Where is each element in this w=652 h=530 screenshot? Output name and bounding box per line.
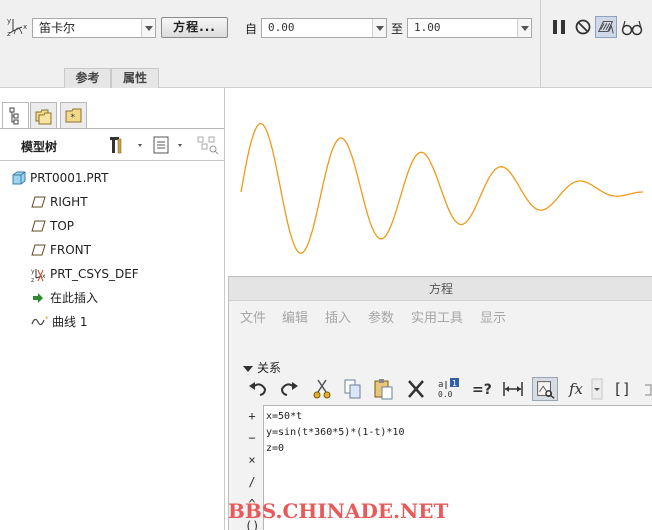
plus-operator-button[interactable]: + — [245, 405, 259, 427]
csys-icon: y z x — [31, 268, 46, 283]
equation-line-z: z=0 — [266, 443, 285, 454]
filter-icon[interactable] — [196, 135, 220, 155]
menu-parameters[interactable]: 参数 — [368, 307, 394, 326]
curve-preview — [240, 122, 643, 254]
more-tools-icon[interactable] — [639, 377, 652, 401]
collapse-triangle-icon — [243, 365, 253, 372]
watermark-text: BBS.CHINADE.NET — [228, 499, 449, 523]
function-icon[interactable]: fx — [567, 377, 603, 401]
cancel-icon[interactable] — [572, 16, 594, 38]
folder-browser-icon — [35, 109, 52, 125]
insert-arrow-icon — [33, 293, 43, 303]
dialog-title: 方程 — [229, 277, 652, 301]
svg-text:a: a — [438, 380, 443, 390]
coordinate-type-select[interactable]: 笛卡尔 — [32, 18, 156, 38]
model-tree-title: 模型树 — [21, 140, 58, 154]
paste-icon[interactable] — [371, 377, 397, 401]
equation-line-y: y=sin(t*360*5)*(1-t)*10 — [266, 427, 405, 438]
menu-insert[interactable]: 插入 — [325, 307, 351, 326]
svg-text:z: z — [31, 277, 34, 283]
menu-utilities[interactable]: 实用工具 — [411, 307, 463, 326]
navigator-panel: * 模型树 PRT0001.PRT RIGHT TOP FRONT y z x … — [0, 88, 225, 530]
verify-icon[interactable]: =? — [469, 377, 495, 401]
coordinate-type-value: 笛卡尔 — [39, 21, 76, 35]
curve-dashboard: y z x 笛卡尔 方程... 自 0.00 至 1.00 参考 属性 — [0, 0, 652, 88]
menu-display[interactable]: 显示 — [480, 307, 506, 326]
display-icon[interactable] — [532, 377, 558, 401]
tab-folder-browser[interactable] — [30, 102, 57, 129]
glasses-icon[interactable] — [620, 16, 644, 38]
tab-favorites[interactable]: * — [60, 102, 87, 129]
from-value-field[interactable]: 0.00 — [261, 18, 387, 38]
tab-references[interactable]: 参考 — [64, 68, 111, 88]
equation-button[interactable]: 方程... — [161, 17, 228, 38]
show-menu-icon[interactable] — [153, 135, 189, 155]
svg-text:y: y — [31, 268, 35, 275]
preview-icon[interactable] — [595, 16, 617, 38]
tools-icon[interactable] — [110, 135, 146, 155]
svg-text:*: * — [71, 113, 76, 123]
chevron-down-icon[interactable] — [372, 19, 386, 37]
tab-model-tree[interactable] — [2, 102, 29, 129]
minus-operator-button[interactable]: − — [245, 427, 259, 449]
svg-text:1: 1 — [452, 379, 457, 388]
tree-item-label: 在此插入 — [50, 291, 99, 305]
svg-text:[]: [] — [613, 380, 631, 398]
copy-icon[interactable] — [340, 377, 366, 401]
relations-label: 关系 — [257, 361, 282, 375]
svg-text:0.0: 0.0 — [438, 390, 453, 399]
chevron-down-icon[interactable] — [517, 19, 531, 37]
relations-section-header[interactable]: 关系 — [243, 359, 281, 376]
to-value: 1.00 — [414, 21, 441, 34]
part-icon — [12, 171, 26, 185]
brackets-icon[interactable]: [] — [609, 377, 635, 401]
tree-item-label: PRT_CSYS_DEF — [50, 267, 139, 281]
delete-icon[interactable] — [403, 377, 429, 401]
tree-item-label: TOP — [50, 219, 75, 233]
menu-edit[interactable]: 编辑 — [282, 307, 308, 326]
datum-plane-icon — [31, 196, 46, 208]
equation-line-x: x=50*t — [266, 411, 303, 422]
menu-file[interactable]: 文件 — [240, 307, 266, 326]
tree-item-label: FRONT — [50, 243, 91, 257]
datum-plane-icon — [31, 220, 46, 232]
svg-text:x: x — [23, 23, 27, 31]
to-value-field[interactable]: 1.00 — [407, 18, 532, 38]
to-label: 至 — [391, 22, 404, 36]
tree-item-label: 曲线 1 — [52, 315, 88, 329]
model-tree-icon — [9, 107, 19, 125]
tree-item-label: RIGHT — [50, 195, 88, 209]
coordinate-system-icon: y z x — [7, 17, 27, 38]
datum-plane-icon — [31, 244, 46, 256]
svg-text:*: * — [45, 315, 49, 323]
svg-text:z: z — [7, 30, 11, 38]
dimension-icon[interactable] — [500, 377, 526, 401]
tab-properties[interactable]: 属性 — [111, 68, 159, 88]
sort-icon[interactable]: a 0.0 1 — [436, 377, 462, 401]
sine-curve — [240, 122, 643, 254]
cut-icon[interactable] — [309, 377, 335, 401]
tree-item-label: PRT0001.PRT — [30, 171, 109, 185]
svg-text:y: y — [7, 17, 11, 25]
svg-text:=?: =? — [472, 382, 492, 398]
pause-icon[interactable] — [548, 16, 570, 38]
multiply-operator-button[interactable]: × — [245, 449, 259, 471]
model-tree-header: 模型树 — [0, 128, 224, 161]
from-label: 自 — [245, 22, 258, 36]
favorites-icon: * — [65, 108, 82, 123]
undo-icon[interactable] — [245, 377, 271, 401]
divide-operator-button[interactable]: / — [245, 471, 259, 493]
from-value: 0.00 — [268, 21, 295, 34]
redo-icon[interactable] — [276, 377, 302, 401]
divider — [540, 0, 541, 88]
curve-icon: * — [31, 315, 49, 326]
graphics-window[interactable] — [226, 88, 652, 278]
svg-text:fx: fx — [568, 380, 584, 398]
equation-dialog: 方程 文件 编辑 插入 参数 实用工具 显示 关系 a 0.0 1 =? fx … — [228, 276, 652, 530]
chevron-down-icon[interactable] — [141, 19, 155, 37]
